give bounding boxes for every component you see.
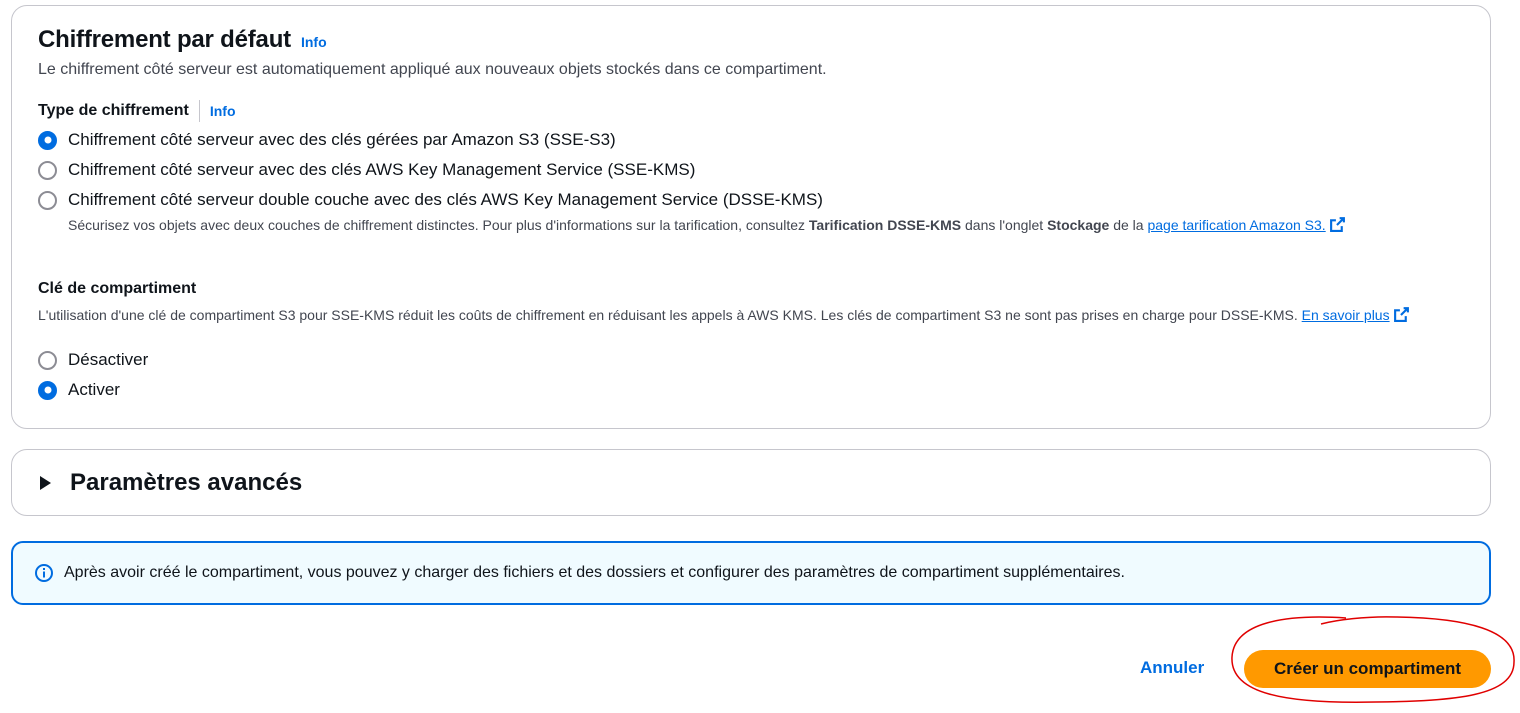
dsse-desc-text-2: dans l'onglet [961, 217, 1048, 233]
bucket-key-desc-text: L'utilisation d'une clé de compartiment … [38, 307, 1302, 323]
divider [198, 100, 200, 122]
radio-label: Activer [68, 380, 120, 399]
radio-button[interactable] [38, 190, 57, 210]
dsse-kms-description: Sécurisez vos objets avec deux couches d… [68, 215, 1438, 235]
radio-sse-kms[interactable]: Chiffrement côté serveur avec des clés A… [38, 160, 695, 180]
learn-more-text: En savoir plus [1301, 307, 1390, 323]
radio-button-checked[interactable] [38, 130, 57, 150]
storage-tab-bold: Stockage [1047, 217, 1110, 233]
radio-button[interactable] [38, 350, 57, 370]
advanced-settings-title: Paramètres avancés [70, 468, 303, 496]
radio-label: Chiffrement côté serveur avec des clés A… [68, 160, 696, 179]
encryption-type-info-link[interactable]: Info [210, 103, 236, 119]
page-title: Chiffrement par défaut [38, 26, 291, 53]
dsse-pricing-bold: Tarification DSSE-KMS [808, 217, 962, 233]
encryption-type-label: Type de chiffrement Info [38, 100, 236, 122]
default-encryption-panel: Chiffrement par défaut Info Le chiffreme… [11, 5, 1491, 429]
encryption-header: Chiffrement par défaut Info [38, 26, 327, 54]
dsse-desc-text-3: de la [1109, 217, 1148, 233]
radio-label: Désactiver [68, 350, 149, 369]
encryption-description: Le chiffrement côté serveur est automati… [38, 61, 827, 78]
external-link-icon [1329, 217, 1345, 232]
info-circle-icon [35, 564, 53, 582]
bucket-key-description: L'utilisation d'une clé de compartiment … [38, 305, 1438, 325]
radio-enable[interactable]: Activer [38, 380, 120, 400]
bucket-key-label: Clé de compartiment [38, 280, 197, 297]
create-bucket-button[interactable]: Créer un compartiment [1244, 650, 1491, 688]
external-link-icon [1393, 307, 1409, 322]
radio-disable[interactable]: Désactiver [38, 350, 148, 370]
dsse-desc-text-1: Sécurisez vos objets avec deux couches d… [68, 217, 809, 233]
alert-text: Après avoir créé le compartiment, vous p… [64, 564, 1125, 581]
radio-label: Chiffrement côté serveur avec des clés g… [68, 130, 616, 149]
radio-button[interactable] [38, 160, 57, 180]
radio-label: Chiffrement côté serveur double couche a… [68, 190, 823, 209]
info-alert: Après avoir créé le compartiment, vous p… [11, 541, 1491, 605]
caret-right-icon [40, 475, 51, 490]
radio-dsse-kms[interactable]: Chiffrement côté serveur double couche a… [38, 190, 823, 210]
encryption-type-text: Type de chiffrement [38, 102, 189, 119]
s3-pricing-link-text: page tarification Amazon S3. [1147, 217, 1326, 233]
radio-sse-s3[interactable]: Chiffrement côté serveur avec des clés g… [38, 130, 616, 150]
radio-button-checked[interactable] [38, 380, 57, 400]
info-link[interactable]: Info [301, 34, 327, 50]
cancel-button[interactable]: Annuler [1128, 648, 1216, 688]
learn-more-link[interactable]: En savoir plus [1302, 307, 1410, 323]
advanced-settings-expander[interactable]: Paramètres avancés [11, 449, 1491, 516]
s3-pricing-link[interactable]: page tarification Amazon S3. [1147, 217, 1345, 233]
